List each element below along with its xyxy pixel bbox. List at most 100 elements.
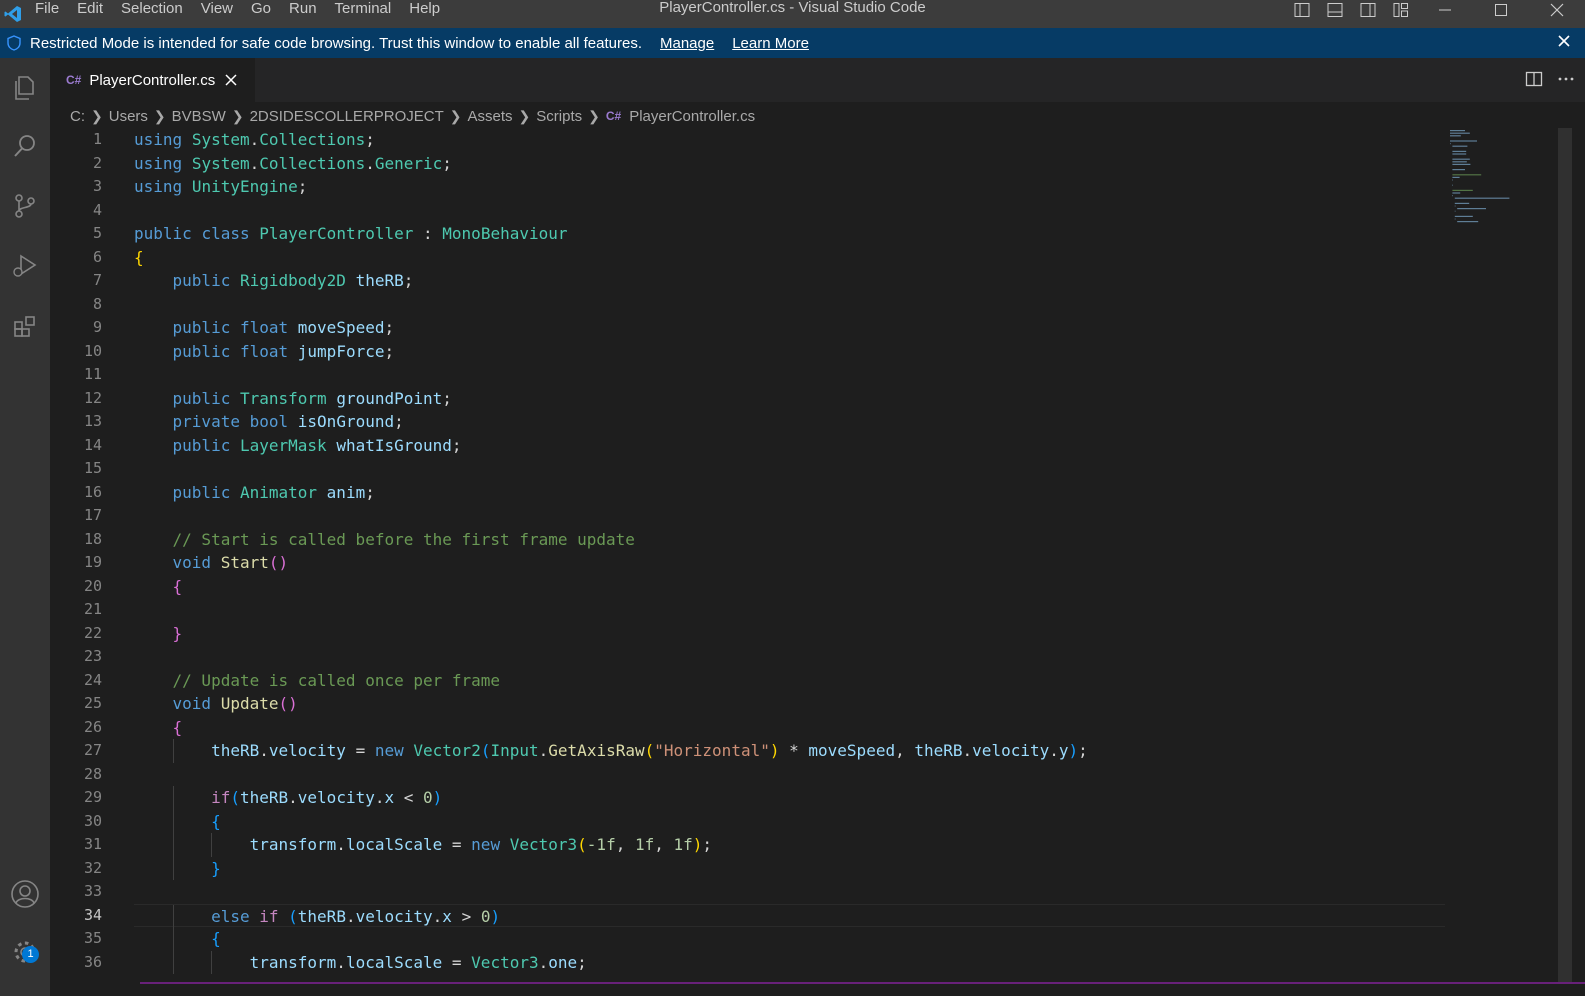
code-line[interactable]: public Animator anim; bbox=[134, 481, 1445, 505]
more-actions-icon[interactable] bbox=[1557, 70, 1575, 93]
line-number: 36 bbox=[83, 952, 102, 971]
code-line[interactable]: using UnityEngine; bbox=[134, 175, 1445, 199]
chevron-right-icon: ❯ bbox=[518, 107, 531, 124]
line-number: 24 bbox=[83, 670, 102, 689]
code-line[interactable]: transform.localScale = new Vector3(-1f, … bbox=[134, 833, 1445, 857]
code-content[interactable]: using System.Collections; using System.Co… bbox=[134, 128, 1445, 974]
split-editor-icon[interactable] bbox=[1525, 70, 1543, 93]
tab-playercontroller[interactable]: C# PlayerController.cs bbox=[50, 58, 255, 102]
code-line[interactable] bbox=[134, 363, 1445, 387]
code-line[interactable]: } bbox=[134, 856, 1445, 880]
code-line[interactable]: { bbox=[134, 809, 1445, 833]
line-number: 26 bbox=[83, 717, 102, 736]
code-line[interactable]: // Start is called before the first fram… bbox=[134, 528, 1445, 552]
restricted-mode-banner: Restricted Mode is intended for safe cod… bbox=[0, 28, 1585, 58]
explorer-icon[interactable] bbox=[0, 64, 50, 112]
code-line[interactable]: using System.Collections; bbox=[134, 128, 1445, 152]
code-line[interactable]: public Transform groundPoint; bbox=[134, 387, 1445, 411]
code-line[interactable]: } bbox=[134, 622, 1445, 646]
line-number: 25 bbox=[83, 694, 102, 712]
line-number: 6 bbox=[92, 247, 102, 266]
line-number: 10 bbox=[83, 341, 102, 360]
code-line[interactable]: if(theRB.velocity.x < 0) bbox=[134, 786, 1445, 810]
code-line[interactable]: // Update is called once per frame bbox=[134, 669, 1445, 693]
menu-view[interactable]: View bbox=[192, 0, 242, 23]
code-line[interactable] bbox=[134, 293, 1445, 317]
breadcrumb-file[interactable]: PlayerController.cs bbox=[629, 108, 755, 125]
code-line[interactable] bbox=[134, 880, 1445, 904]
close-banner-icon[interactable] bbox=[1557, 34, 1571, 52]
code-line[interactable] bbox=[134, 598, 1445, 622]
maximize-icon[interactable] bbox=[1473, 0, 1529, 20]
menu-help[interactable]: Help bbox=[400, 0, 449, 23]
line-number: 34 bbox=[83, 905, 102, 924]
chevron-right-icon: ❯ bbox=[91, 107, 103, 124]
code-line[interactable]: using System.Collections.Generic; bbox=[134, 152, 1445, 176]
customize-layout-icon[interactable] bbox=[1384, 0, 1417, 20]
breadcrumb-item[interactable]: 2DSIDESCOLLERPROJECT bbox=[250, 108, 444, 125]
code-line[interactable]: transform.localScale = Vector3.one; bbox=[134, 950, 1445, 974]
code-line[interactable] bbox=[134, 763, 1445, 787]
line-number: 13 bbox=[83, 412, 102, 430]
code-line[interactable]: void Start() bbox=[134, 551, 1445, 575]
breadcrumb-item[interactable]: Assets bbox=[468, 108, 513, 125]
code-line[interactable] bbox=[134, 645, 1445, 669]
learn-more-link[interactable]: Learn More bbox=[732, 35, 809, 52]
menu-file[interactable]: File bbox=[26, 0, 68, 23]
line-number: 21 bbox=[83, 600, 102, 618]
toggle-secondary-sidebar-icon[interactable] bbox=[1351, 0, 1384, 20]
close-tab-icon[interactable] bbox=[225, 74, 237, 86]
menu-selection[interactable]: Selection bbox=[112, 0, 192, 23]
code-line[interactable]: else if (theRB.velocity.x > 0) bbox=[134, 903, 1445, 928]
line-number: 29 bbox=[83, 788, 102, 806]
breadcrumb-item[interactable]: Users bbox=[109, 108, 148, 125]
menu-edit[interactable]: Edit bbox=[68, 0, 112, 23]
run-debug-icon[interactable] bbox=[0, 242, 50, 290]
title-bar: File Edit Selection View Go Run Terminal… bbox=[0, 0, 1585, 28]
code-editor[interactable]: 1 2 3 4 5 6 7 8 9 10 11 12 13 14 15 16 17 18 19 20 21 22 23 24 2… bbox=[50, 128, 1445, 983]
code-line[interactable]: public class PlayerController : MonoBeha… bbox=[134, 222, 1445, 246]
code-line[interactable]: { bbox=[134, 246, 1445, 270]
code-line[interactable]: public float jumpForce; bbox=[134, 340, 1445, 364]
menu-run[interactable]: Run bbox=[280, 0, 326, 23]
menu-bar: File Edit Selection View Go Run Terminal… bbox=[26, 0, 449, 28]
manage-gear-icon[interactable]: 1 bbox=[0, 928, 50, 976]
accounts-icon[interactable] bbox=[0, 870, 50, 918]
code-line[interactable]: { bbox=[134, 716, 1445, 740]
line-number: 31 bbox=[83, 835, 102, 853]
line-number: 19 bbox=[83, 553, 102, 571]
code-line[interactable] bbox=[134, 504, 1445, 528]
line-number: 15 bbox=[83, 459, 102, 477]
line-number: 4 bbox=[92, 200, 102, 219]
menu-go[interactable]: Go bbox=[242, 0, 280, 23]
menu-terminal[interactable]: Terminal bbox=[326, 0, 401, 23]
breadcrumb-item[interactable]: C: bbox=[70, 108, 85, 125]
minimize-icon[interactable] bbox=[1417, 0, 1473, 20]
vertical-scrollbar[interactable] bbox=[1558, 128, 1572, 983]
shield-icon bbox=[0, 35, 28, 51]
code-line[interactable]: public float moveSpeed; bbox=[134, 316, 1445, 340]
line-number: 11 bbox=[83, 365, 102, 383]
code-line[interactable]: public LayerMask whatIsGround; bbox=[134, 434, 1445, 458]
line-number: 20 bbox=[83, 576, 102, 595]
manage-link[interactable]: Manage bbox=[660, 35, 714, 52]
close-window-icon[interactable] bbox=[1529, 0, 1585, 20]
minimap[interactable] bbox=[1448, 128, 1548, 228]
code-line[interactable]: { bbox=[134, 575, 1445, 599]
code-line[interactable] bbox=[134, 199, 1445, 223]
extensions-icon[interactable] bbox=[0, 302, 50, 350]
code-line[interactable]: private bool isOnGround; bbox=[134, 410, 1445, 434]
toggle-panel-icon[interactable] bbox=[1318, 0, 1351, 20]
code-line[interactable]: { bbox=[134, 927, 1445, 951]
code-line[interactable]: public Rigidbody2D theRB; bbox=[134, 269, 1445, 293]
code-line[interactable]: void Update() bbox=[134, 692, 1445, 716]
toggle-primary-sidebar-icon[interactable] bbox=[1285, 0, 1318, 20]
breadcrumb-item[interactable]: BVBSW bbox=[172, 108, 226, 125]
search-icon[interactable] bbox=[0, 122, 50, 170]
breadcrumb: C: ❯ Users ❯ BVBSW ❯ 2DSIDESCOLLERPROJEC… bbox=[70, 105, 755, 127]
line-number: 32 bbox=[83, 858, 102, 877]
code-line[interactable]: theRB.velocity = new Vector2(Input.GetAx… bbox=[134, 739, 1445, 763]
code-line[interactable] bbox=[134, 457, 1445, 481]
source-control-icon[interactable] bbox=[0, 182, 50, 230]
breadcrumb-item[interactable]: Scripts bbox=[536, 108, 582, 125]
